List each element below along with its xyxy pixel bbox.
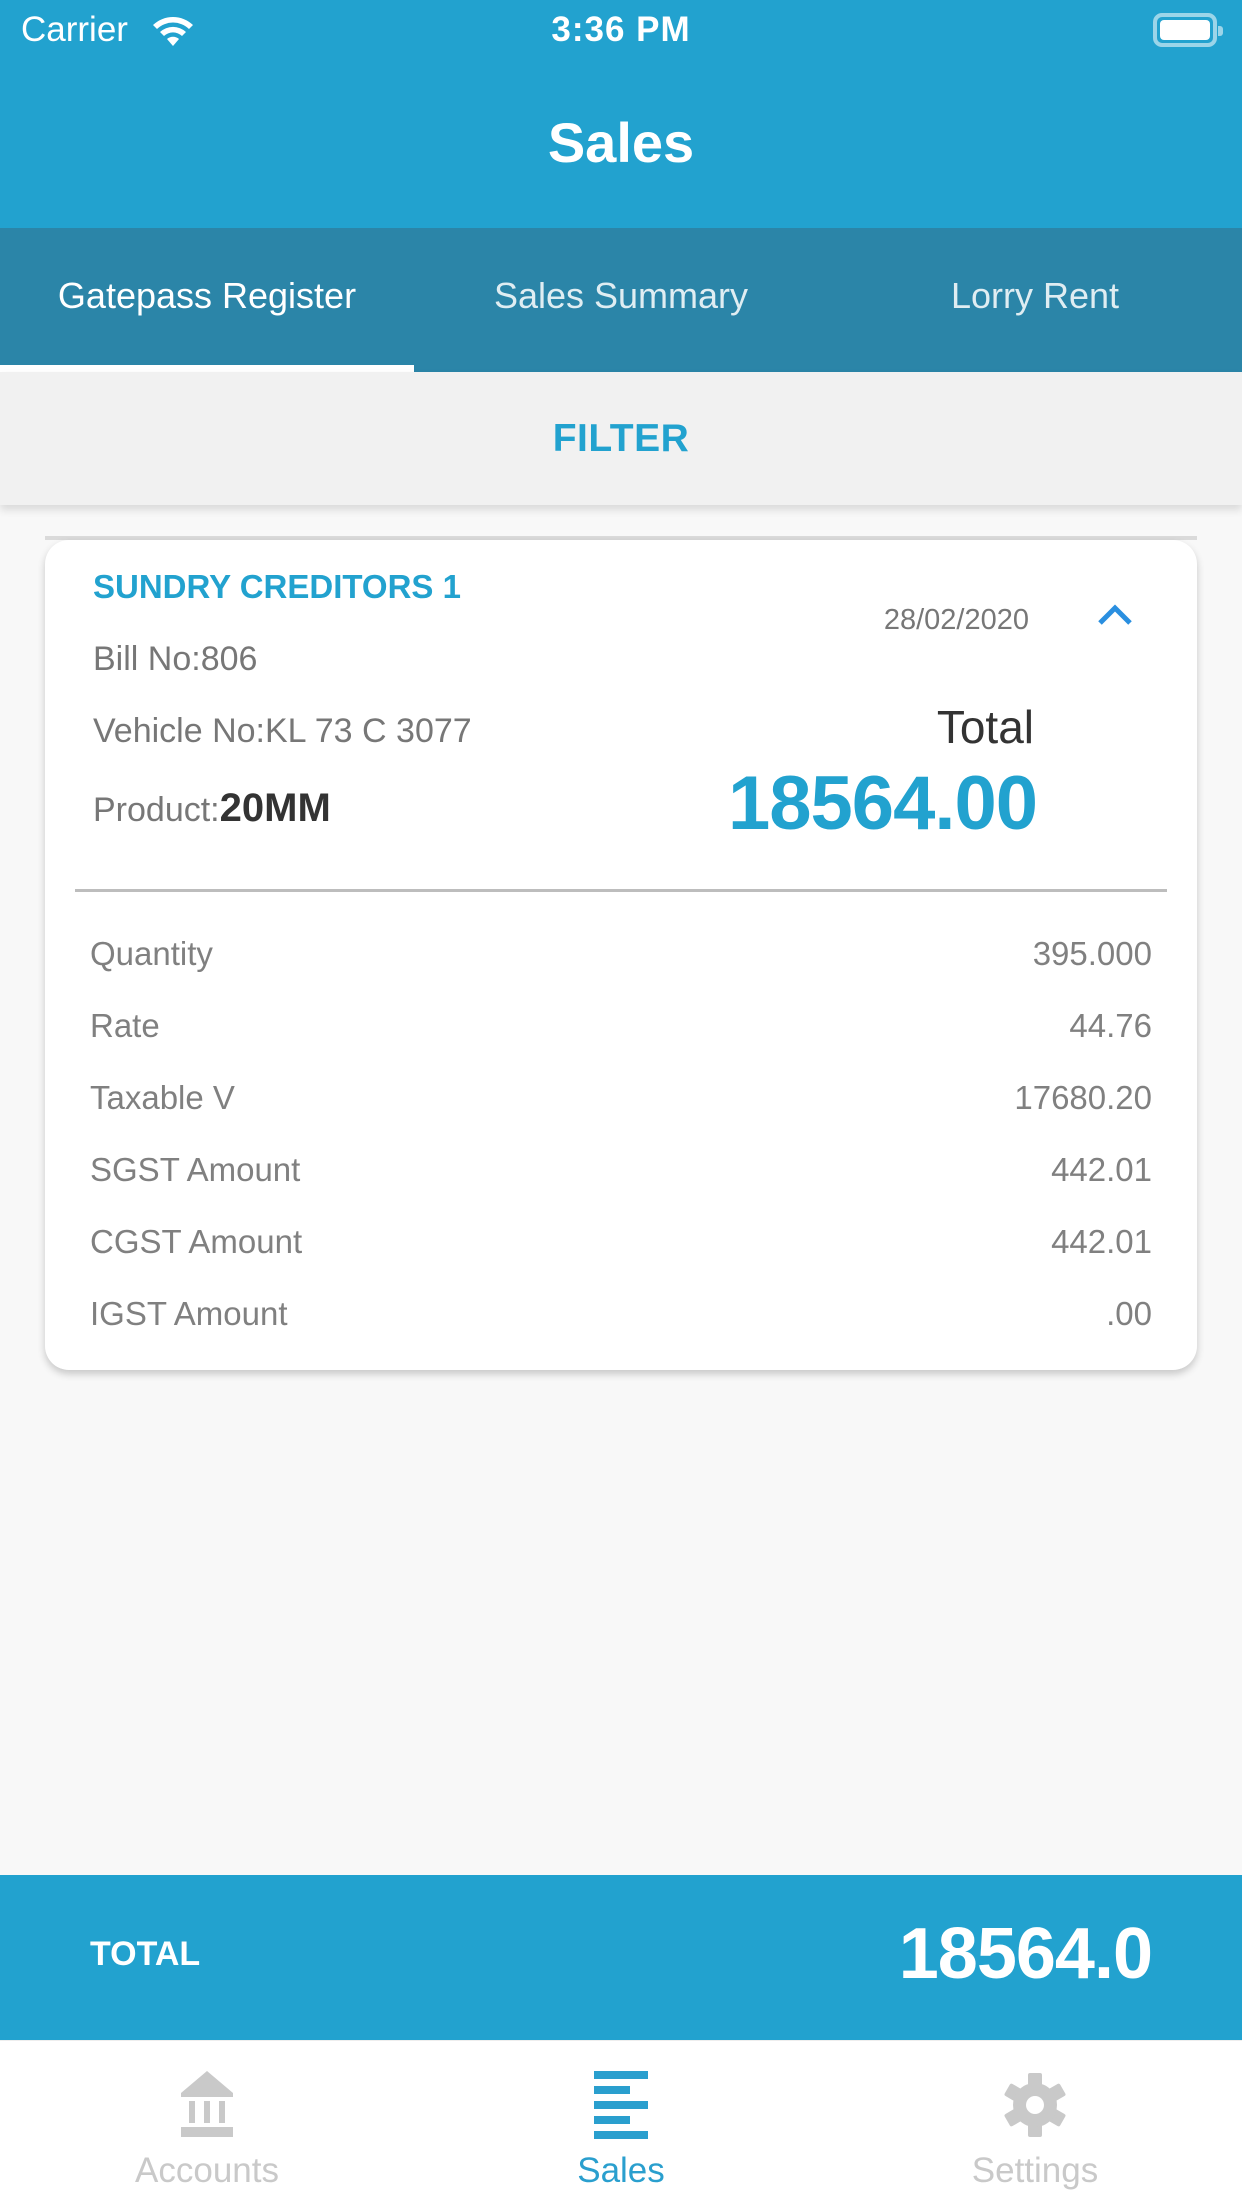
tab-settings[interactable]: Settings (828, 2041, 1242, 2208)
detail-row-cgst: CGST Amount 442.01 (90, 1223, 1152, 1295)
detail-row-sgst: SGST Amount 442.01 (90, 1151, 1152, 1223)
detail-row-quantity: Quantity 395.000 (90, 935, 1152, 1007)
detail-label: Quantity (90, 935, 213, 972)
list-icon (594, 2071, 648, 2139)
details-list: Quantity 395.000 Rate 44.76 Taxable V 17680… (90, 935, 1152, 1367)
segment-tabs: Gatepass Register Sales Summary Lorry Re… (0, 228, 1242, 372)
vehicle-number: Vehicle No:KL 73 C 3077 (93, 712, 472, 750)
tab-settings-label: Settings (971, 2151, 1099, 2190)
tab-lorry-rent[interactable]: Lorry Rent (828, 228, 1242, 372)
tab-accounts[interactable]: Accounts (0, 2041, 414, 2208)
detail-value: 17680.20 (1014, 1079, 1152, 1116)
detail-row-rate: Rate 44.76 (90, 1007, 1152, 1079)
bill-number: Bill No:806 (93, 640, 258, 678)
tab-sales-label: Sales (577, 2151, 665, 2190)
detail-value: 442.01 (1051, 1223, 1152, 1260)
product-value: 20MM (219, 786, 331, 830)
detail-label: SGST Amount (90, 1151, 301, 1188)
header: Carrier 3:36 PM Sales (0, 0, 1242, 228)
detail-label: CGST Amount (90, 1223, 303, 1260)
card-total-label: Total (936, 701, 1034, 753)
detail-value: 44.76 (1069, 1007, 1152, 1044)
gear-icon (1004, 2073, 1066, 2137)
sales-screen: Carrier 3:36 PM Sales Gatepass Register … (0, 0, 1242, 2208)
grand-total-value: 18564.0 (898, 1914, 1153, 1994)
bottom-tab-bar: Accounts Sales Settings (0, 2040, 1242, 2208)
detail-value: 395.000 (1032, 935, 1152, 972)
bill-date: 28/02/2020 (883, 604, 1029, 636)
tab-sales[interactable]: Sales (414, 2041, 828, 2208)
detail-label: Taxable V (90, 1079, 235, 1116)
detail-label: Rate (90, 1007, 160, 1044)
detail-row-taxable: Taxable V 17680.20 (90, 1079, 1152, 1151)
chevron-up-icon[interactable] (1095, 598, 1135, 628)
product-label: Product: (93, 791, 220, 829)
battery-icon (1153, 13, 1223, 47)
page-title: Sales (547, 111, 695, 174)
tab-gatepass-register[interactable]: Gatepass Register (0, 228, 414, 372)
bank-icon (181, 2071, 233, 2137)
divider (75, 889, 1167, 892)
status-bar: Carrier 3:36 PM (0, 0, 1242, 62)
gatepass-card: SUNDRY CREDITORS 1 28/02/2020 Bill No:80… (45, 540, 1197, 1370)
grand-total-label: TOTAL (90, 1935, 201, 1973)
card-total-value: 18564.00 (728, 761, 1038, 846)
detail-value: 442.01 (1051, 1151, 1152, 1188)
detail-label: IGST Amount (90, 1295, 288, 1332)
clock: 3:36 PM (551, 10, 691, 49)
party-name: SUNDRY CREDITORS 1 (93, 568, 461, 605)
filter-label: FILTER (552, 416, 690, 460)
product: Product:20MM (93, 786, 331, 831)
filter-button[interactable]: FILTER (0, 372, 1242, 505)
tab-sales-summary[interactable]: Sales Summary (414, 228, 828, 372)
tab-accounts-label: Accounts (135, 2151, 279, 2190)
detail-value: .00 (1106, 1295, 1152, 1332)
grand-total-bar: TOTAL 18564.0 (0, 1875, 1242, 2040)
detail-row-igst: IGST Amount .00 (90, 1295, 1152, 1367)
